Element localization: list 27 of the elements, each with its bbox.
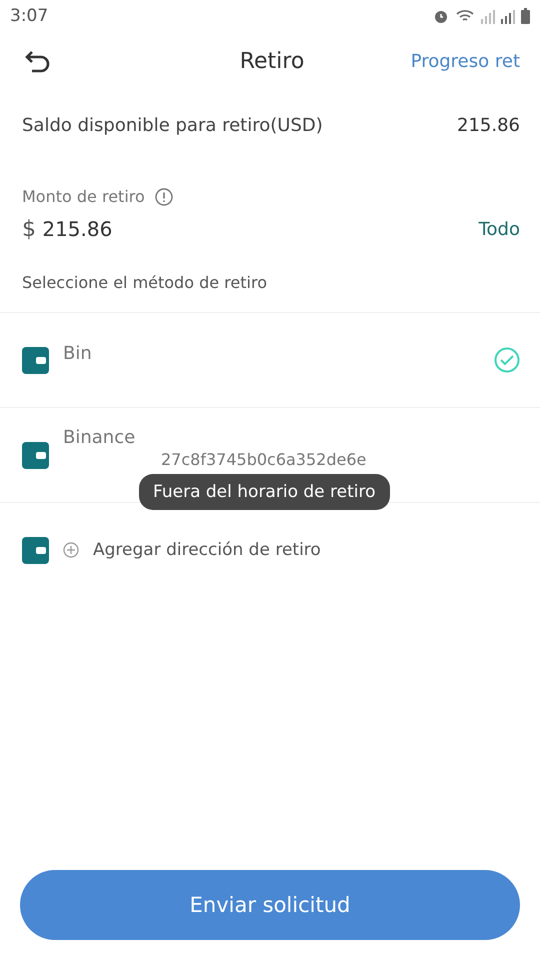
all-button[interactable]: Todo [478,218,520,240]
signal-icon [501,8,515,24]
progress-link[interactable]: Progreso ret [410,50,520,72]
withdrawal-method[interactable]: Bin [0,312,540,407]
battery-icon [521,8,530,24]
page-title: Retiro [240,48,304,74]
signal-icon [481,8,495,24]
schedule-toast: Fuera del horario de retiro [139,474,390,510]
amount-label: Monto de retiro [22,187,145,206]
add-icon [63,542,79,558]
back-icon[interactable] [24,49,52,73]
check-icon [494,347,520,373]
balance-value: 215.86 [457,114,520,136]
method-name: Bin [63,342,93,364]
add-address-link[interactable]: Agregar dirección de retiro [93,540,321,560]
wallet-icon [22,346,49,374]
status-time: 3:07 [10,6,48,26]
wallet-address: 27c8f3745b0c6a352de6e [160,450,368,469]
info-icon[interactable] [154,188,173,206]
method-name: Binance [63,427,136,448]
submit-button[interactable]: Enviar solicitud [20,870,520,940]
wallet-icon [22,442,49,468]
wallet-icon [22,536,49,564]
method-label: Seleccione el método de retiro [22,272,267,292]
currency-symbol: $ [22,216,36,242]
balance-label: Saldo disponible para retiro(USD) [22,114,323,136]
amount-field[interactable]: $ 215.86 [22,216,112,242]
